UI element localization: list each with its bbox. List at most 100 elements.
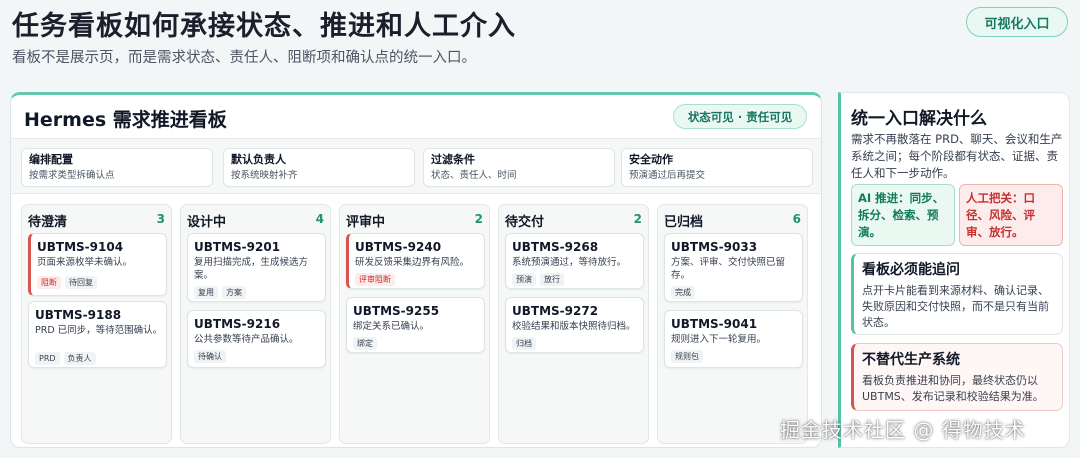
config-sub: 状态、责任人、时间 — [431, 170, 517, 181]
card-desc: 公共参数等待产品确认。 — [194, 334, 299, 345]
card-tags: 完成 — [671, 286, 695, 299]
tag: 负责人 — [63, 352, 96, 365]
tag: 规则包 — [671, 350, 703, 363]
column-header: 已归档 6 — [664, 211, 801, 230]
ai-advance-box: AI 推进：同步、拆分、检索、预演。 — [851, 184, 955, 246]
config-card-orchestration[interactable]: 编排配置 按需求类型拆确认点 — [21, 148, 213, 187]
column-pending-clarification: 待澄清 3 UBTMS-9104 页面来源枚举未确认。 阻断 待回复 UBTMS… — [21, 204, 172, 444]
config-title: 编排配置 — [29, 153, 73, 166]
tag: 评审阻断 — [355, 273, 395, 286]
box-desc: 看板负责推进和协同，最终状态仍以 UBTMS、发布记录和校验结果为准。 — [862, 374, 1044, 403]
card-id: UBTMS-9216 — [194, 317, 281, 331]
card-tags: 评审阻断 — [355, 273, 395, 286]
card-desc: 规则进入下一轮复用。 — [671, 334, 767, 345]
card-desc: 方案、评审、交付快照已留存。 — [671, 257, 786, 281]
side-panel: 统一入口解决什么 需求不再散落在 PRD、聊天、会议和生产系统之间；每个阶段都有… — [838, 92, 1070, 448]
tag: 完成 — [671, 286, 695, 299]
column-header: 评审中 2 — [346, 211, 483, 230]
tag: 归档 — [512, 337, 536, 350]
card-desc: 绑定关系已确认。 — [353, 321, 430, 332]
tag: 阻断 — [37, 276, 61, 289]
card-id: UBTMS-9201 — [194, 240, 281, 254]
card-id: UBTMS-9272 — [512, 304, 599, 318]
card-tags: 待确认 — [194, 350, 226, 363]
box-desc: 点开卡片能看到来源材料、确认记录、失败原因和交付快照，而不是只有当前状态。 — [862, 284, 1049, 329]
config-title: 默认负责人 — [231, 153, 286, 166]
task-card[interactable]: UBTMS-9240 研发反馈采集边界有风险。 评审阻断 — [346, 233, 485, 289]
card-desc: 校验结果和版本快照待归档。 — [512, 321, 636, 332]
page-subtitle: 看板不是展示页，而是需求状态、责任人、阻断项和确认点的统一入口。 — [12, 50, 476, 66]
column-count: 6 — [792, 212, 801, 226]
side-title: 统一入口解决什么 — [851, 109, 987, 129]
card-tags: 阻断 待回复 — [37, 276, 97, 289]
config-row: 编排配置 按需求类型拆确认点 默认负责人 按系统映射补齐 过滤条件 状态、责任人… — [11, 138, 821, 194]
box-title: 看板必须能追问 — [862, 262, 960, 278]
tag: 待回复 — [65, 276, 97, 289]
board-status-badge: 状态可见 · 责任可见 — [673, 104, 807, 129]
config-sub: 按系统映射补齐 — [231, 170, 298, 181]
column-name: 已归档 — [664, 215, 704, 230]
card-id: UBTMS-9104 — [37, 240, 124, 254]
column-count: 2 — [474, 212, 483, 226]
task-card[interactable]: UBTMS-9272 校验结果和版本快照待归档。 归档 — [505, 297, 644, 353]
card-desc: 页面来源枚举未确认。 — [37, 257, 133, 268]
tag: 复用 — [194, 286, 218, 299]
board-title: Hermes 需求推进看板 — [24, 109, 227, 131]
side-desc: 需求不再散落在 PRD、聊天、会议和生产系统之间；每个阶段都有状态、证据、责任人… — [851, 132, 1063, 180]
column-header: 待交付 2 — [505, 211, 642, 230]
tag: 预演 — [512, 273, 536, 286]
config-card-safe-action[interactable]: 安全动作 预演通过后再提交 — [621, 148, 813, 187]
column-archived: 已归档 6 UBTMS-9033 方案、评审、交付快照已留存。 完成 UBTMS… — [657, 204, 808, 444]
task-card[interactable]: UBTMS-9033 方案、评审、交付快照已留存。 完成 — [664, 233, 803, 302]
card-id: UBTMS-9033 — [671, 240, 758, 254]
card-id: UBTMS-9188 — [35, 308, 122, 322]
task-card[interactable]: UBTMS-9104 页面来源枚举未确认。 阻断 待回复 — [28, 233, 167, 296]
card-desc: 系统预演通过，等待放行。 — [512, 257, 627, 268]
card-tags: 复用 方案 — [194, 286, 246, 299]
tag: 放行 — [540, 273, 564, 286]
card-tags: PRD 负责人 — [35, 352, 96, 365]
card-id: UBTMS-9268 — [512, 240, 599, 254]
tag: 绑定 — [353, 337, 377, 350]
column-count: 4 — [315, 212, 324, 226]
column-name: 评审中 — [346, 215, 386, 230]
config-title: 安全动作 — [629, 153, 673, 166]
config-card-default-owner[interactable]: 默认负责人 按系统映射补齐 — [223, 148, 415, 187]
config-sub: 按需求类型拆确认点 — [29, 170, 115, 181]
task-card[interactable]: UBTMS-9188 PRD 已同步，等待范围确认。 PRD 负责人 — [28, 301, 167, 368]
task-card[interactable]: UBTMS-9201 复用扫描完成，生成候选方案。 复用 方案 — [187, 233, 326, 302]
box-title: 不替代生产系统 — [862, 352, 960, 368]
not-replace-box: 不替代生产系统 看板负责推进和协同，最终状态仍以 UBTMS、发布记录和校验结果… — [851, 343, 1063, 411]
column-name: 待澄清 — [28, 215, 68, 230]
page-title: 任务看板如何承接状态、推进和人工介入 — [12, 11, 516, 42]
task-card[interactable]: UBTMS-9216 公共参数等待产品确认。 待确认 — [187, 310, 326, 368]
column-count: 3 — [156, 212, 165, 226]
card-desc: 复用扫描完成，生成候选方案。 — [194, 257, 309, 281]
column-in-review: 评审中 2 UBTMS-9240 研发反馈采集边界有风险。 评审阻断 UBTMS… — [339, 204, 490, 444]
card-tags: 归档 — [512, 337, 536, 350]
column-name: 设计中 — [187, 215, 227, 230]
column-pending-delivery: 待交付 2 UBTMS-9268 系统预演通过，等待放行。 预演 放行 UBTM… — [498, 204, 649, 444]
card-id: UBTMS-9240 — [355, 240, 442, 254]
visual-entry-chip[interactable]: 可视化入口 — [966, 7, 1068, 37]
column-count: 2 — [633, 212, 642, 226]
card-id: UBTMS-9255 — [353, 304, 440, 318]
card-desc: 研发反馈采集边界有风险。 — [355, 257, 470, 268]
watermark: 掘金技术社区 @ 得物技术 — [780, 418, 1026, 442]
traceability-box: 看板必须能追问 点开卡片能看到来源材料、确认记录、失败原因和交付快照，而不是只有… — [851, 253, 1063, 335]
column-name: 待交付 — [505, 215, 545, 230]
card-tags: 绑定 — [353, 337, 377, 350]
card-id: UBTMS-9041 — [671, 317, 758, 331]
card-tags: 规则包 — [671, 350, 703, 363]
column-header: 设计中 4 — [187, 211, 324, 230]
tag: 方案 — [222, 286, 246, 299]
tag: PRD — [35, 352, 60, 365]
human-gate-box: 人工把关：口径、风险、评审、放行。 — [959, 184, 1063, 246]
task-card[interactable]: UBTMS-9255 绑定关系已确认。 绑定 — [346, 297, 485, 353]
card-desc: PRD 已同步，等待范围确认。 — [35, 325, 163, 336]
config-sub: 预演通过后再提交 — [629, 170, 706, 181]
task-card[interactable]: UBTMS-9268 系统预演通过，等待放行。 预演 放行 — [505, 233, 644, 289]
task-card[interactable]: UBTMS-9041 规则进入下一轮复用。 规则包 — [664, 310, 803, 368]
config-title: 过滤条件 — [431, 153, 475, 166]
config-card-filter[interactable]: 过滤条件 状态、责任人、时间 — [423, 148, 615, 187]
